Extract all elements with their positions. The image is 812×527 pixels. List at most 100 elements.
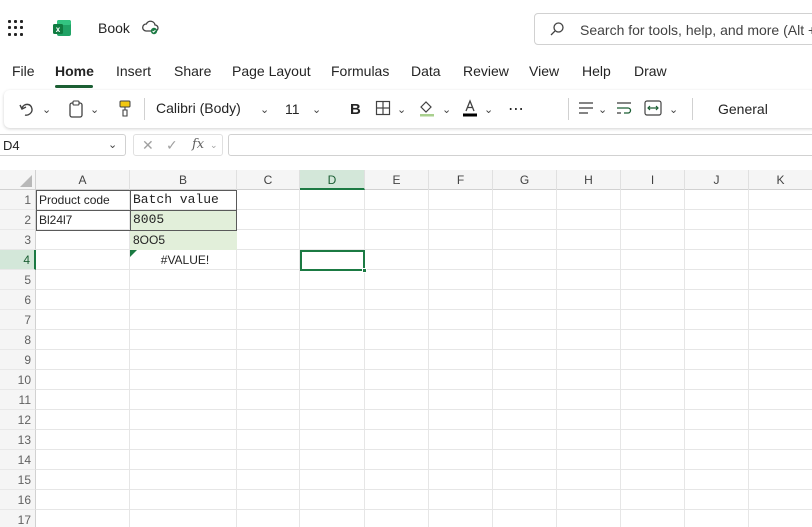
insert-function-icon[interactable]: fx	[192, 137, 204, 152]
name-box[interactable]: D4 ⌄	[0, 134, 126, 156]
cancel-icon[interactable]: ✕	[142, 137, 154, 154]
cell-a1[interactable]: Product code	[36, 190, 110, 210]
ribbon: ⌄ ⌄ Calibri (Body) ⌄ 11 ⌄ B ⌄ ⌄ ⌄ ⋯ ⌄ ⌄ …	[0, 90, 812, 128]
fill-handle[interactable]	[362, 268, 367, 273]
column-header-k[interactable]: K	[749, 170, 812, 190]
row-gridline	[36, 509, 812, 510]
column-header-f[interactable]: F	[429, 170, 493, 190]
row-header-3[interactable]: 3	[0, 230, 36, 250]
row-header-1[interactable]: 1	[0, 190, 36, 210]
cell-b1[interactable]: Batch value	[130, 190, 219, 210]
font-name-chevron-icon[interactable]: ⌄	[260, 99, 269, 119]
formula-actions: ✕ ✓ fx ⌄	[133, 134, 223, 156]
tab-help[interactable]: Help	[582, 63, 611, 79]
row-gridline	[36, 309, 812, 310]
format-painter-icon[interactable]	[118, 100, 132, 118]
font-color-icon[interactable]	[462, 99, 478, 117]
error-indicator-icon[interactable]	[130, 250, 137, 257]
borders-icon[interactable]	[375, 100, 391, 116]
more-options-icon[interactable]: ⋯	[508, 99, 525, 119]
number-format-dropdown[interactable]: General	[718, 99, 768, 119]
tab-insert[interactable]: Insert	[116, 63, 151, 79]
align-chevron-icon[interactable]: ⌄	[598, 99, 607, 119]
select-all-button[interactable]	[0, 170, 36, 190]
row-header-14[interactable]: 14	[0, 450, 36, 470]
column-header-h[interactable]: H	[557, 170, 621, 190]
column-header-e[interactable]: E	[365, 170, 429, 190]
row-header-6[interactable]: 6	[0, 290, 36, 310]
column-header-b[interactable]: B	[130, 170, 237, 190]
wrap-text-icon[interactable]	[616, 101, 632, 115]
tab-formulas[interactable]: Formulas	[331, 63, 389, 79]
app-launcher-icon[interactable]	[8, 20, 24, 36]
column-header-j[interactable]: J	[685, 170, 749, 190]
bold-button[interactable]: B	[350, 99, 361, 119]
font-size-chevron-icon[interactable]: ⌄	[312, 99, 321, 119]
row-gridline	[36, 369, 812, 370]
undo-dropdown-chevron-icon[interactable]: ⌄	[42, 99, 51, 119]
paste-dropdown-chevron-icon[interactable]: ⌄	[90, 99, 99, 119]
row-header-11[interactable]: 11	[0, 390, 36, 410]
column-headers: A B C D E F G H I J K	[0, 170, 812, 190]
row-header-5[interactable]: 5	[0, 270, 36, 290]
cell-b3[interactable]: 8OO5	[130, 230, 165, 250]
align-icon[interactable]	[578, 101, 594, 115]
tab-review[interactable]: Review	[463, 63, 509, 79]
merge-chevron-icon[interactable]: ⌄	[669, 99, 678, 119]
row-header-15[interactable]: 15	[0, 470, 36, 490]
row-header-12[interactable]: 12	[0, 410, 36, 430]
row-header-17[interactable]: 17	[0, 510, 36, 527]
undo-icon[interactable]	[18, 100, 36, 118]
row-gridline	[36, 289, 812, 290]
column-gridline	[620, 190, 621, 527]
spreadsheet-grid: A B C D E F G H I J K 1 2 3 4 5 6 7 8 9 10 11 12 13 1…	[0, 170, 812, 527]
clipboard-icon[interactable]	[68, 100, 84, 118]
tab-page-layout[interactable]: Page Layout	[232, 63, 311, 79]
font-color-chevron-icon[interactable]: ⌄	[484, 99, 493, 119]
column-header-a[interactable]: A	[36, 170, 130, 190]
svg-text:x: x	[56, 25, 61, 34]
fill-color-chevron-icon[interactable]: ⌄	[442, 99, 451, 119]
font-name-dropdown[interactable]: Calibri (Body)	[152, 97, 264, 121]
formula-input[interactable]	[228, 134, 812, 156]
tab-home[interactable]: Home	[55, 63, 94, 79]
enter-icon[interactable]: ✓	[166, 137, 178, 154]
merge-cells-icon[interactable]	[644, 100, 662, 116]
search-placeholder: Search for tools, help, and more (Alt + …	[580, 22, 812, 38]
tab-share[interactable]: Share	[174, 63, 211, 79]
row-header-4[interactable]: 4	[0, 250, 36, 270]
row-header-10[interactable]: 10	[0, 370, 36, 390]
column-header-c[interactable]: C	[237, 170, 300, 190]
column-header-d[interactable]: D	[300, 170, 365, 190]
fill-color-icon[interactable]	[418, 99, 436, 117]
borders-chevron-icon[interactable]: ⌄	[397, 99, 406, 119]
column-gridline	[364, 190, 365, 527]
column-header-g[interactable]: G	[493, 170, 557, 190]
workbook-title[interactable]: Book	[98, 20, 130, 36]
tab-file[interactable]: File	[12, 63, 35, 79]
row-gridline	[36, 469, 812, 470]
font-size-value[interactable]: 11	[285, 99, 300, 119]
row-header-16[interactable]: 16	[0, 490, 36, 510]
cell-a2[interactable]: Bl24l7	[36, 210, 72, 230]
cell-b2[interactable]: 8005	[130, 210, 164, 230]
column-gridline	[428, 190, 429, 527]
tab-view[interactable]: View	[529, 63, 559, 79]
row-header-8[interactable]: 8	[0, 330, 36, 350]
tab-draw[interactable]: Draw	[634, 63, 667, 79]
row-header-2[interactable]: 2	[0, 210, 36, 230]
menu-tabs: File Home Insert Share Page Layout Formu…	[0, 54, 812, 88]
active-cell-d4[interactable]	[300, 250, 365, 271]
name-box-chevron-icon[interactable]: ⌄	[108, 138, 117, 151]
font-name-value: Calibri (Body)	[156, 100, 241, 116]
search-box[interactable]: Search for tools, help, and more (Alt + …	[534, 13, 812, 45]
row-header-13[interactable]: 13	[0, 430, 36, 450]
cell-b4[interactable]: #VALUE!	[130, 250, 237, 270]
row-header-9[interactable]: 9	[0, 350, 36, 370]
column-header-i[interactable]: I	[621, 170, 685, 190]
function-chevron-icon[interactable]: ⌄	[210, 140, 218, 151]
row-header-7[interactable]: 7	[0, 310, 36, 330]
column-gridline	[748, 190, 749, 527]
tab-data[interactable]: Data	[411, 63, 441, 79]
cloud-saved-icon[interactable]	[141, 19, 159, 35]
